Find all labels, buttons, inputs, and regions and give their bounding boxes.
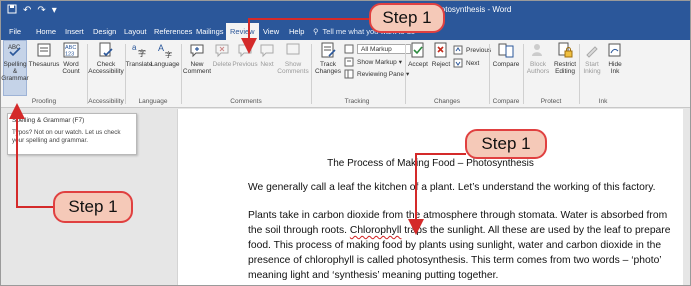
step-1-callout-top: Step 1 — [369, 3, 445, 33]
arrow-to-misspelled-word — [408, 153, 466, 235]
step-1-callout-left: Step 1 — [53, 191, 133, 223]
word-window: ↶ ↷ ▾ Photosynthesis - Word File Home In… — [0, 0, 691, 286]
arrow-overlay — [9, 18, 466, 235]
step-1-callout-right: Step 1 — [465, 129, 547, 159]
arrow-to-review-tab — [241, 18, 369, 54]
arrow-to-spelling-button — [9, 103, 53, 208]
